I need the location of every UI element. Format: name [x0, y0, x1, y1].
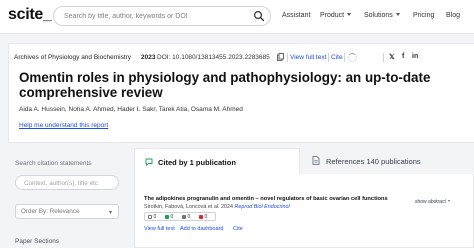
- contrasting-icon: [199, 214, 203, 219]
- citation-search-label: Search citation statements: [15, 160, 92, 167]
- twitter-icon[interactable]: 𝕏: [389, 53, 395, 61]
- order-by-select[interactable]: Order By: Relevance ▾: [15, 204, 119, 219]
- journal-name[interactable]: Archives of Physiology and Biochemistry: [14, 54, 131, 61]
- help-understand-link[interactable]: Help me understand this report: [19, 122, 108, 129]
- chevron-down-icon: [447, 200, 450, 202]
- tab-references-label: References 140 publications: [326, 157, 421, 166]
- page-title: Omentin roles in physiology and pathophy…: [19, 70, 431, 100]
- stat-contrasting-count: 0: [204, 214, 208, 220]
- result-view-full-text[interactable]: View full text: [144, 226, 175, 232]
- top-navbar: scite_ Assistant Product Solutions Prici…: [0, 0, 474, 34]
- view-full-text-link[interactable]: View full text: [290, 54, 326, 61]
- nav-product[interactable]: Product: [320, 12, 352, 19]
- global-search[interactable]: [53, 6, 271, 26]
- publication-year: 2023: [141, 54, 156, 61]
- show-abstract-label: show abstract: [415, 199, 446, 205]
- copy-icon[interactable]: [277, 53, 284, 61]
- facebook-icon[interactable]: f: [402, 53, 404, 60]
- tab-cited-by[interactable]: Cited by 1 publication: [134, 148, 300, 174]
- supporting-icon: [165, 214, 169, 219]
- stat-supporting-count: 0: [170, 214, 174, 220]
- cite-link[interactable]: Cite: [331, 54, 343, 61]
- loading-spinner-icon: [348, 53, 357, 62]
- citing-icon: [148, 214, 152, 219]
- section-filter-label: Paper Sections: [15, 238, 60, 245]
- citing-publications-list: [134, 174, 474, 248]
- stat-contrasting: 0: [199, 214, 207, 220]
- citation-search-field[interactable]: [15, 175, 119, 190]
- linkedin-icon[interactable]: in: [412, 53, 418, 60]
- stat-mentioning-count: 0: [187, 214, 191, 220]
- search-input[interactable]: [64, 10, 244, 23]
- chevron-down-icon: [395, 13, 400, 16]
- mentioning-icon: [182, 214, 186, 219]
- divider: [287, 53, 288, 62]
- divider: [344, 53, 345, 62]
- result-title[interactable]: The adipokines progranulin and omentin –…: [144, 196, 388, 202]
- show-abstract-toggle[interactable]: show abstract: [415, 199, 450, 205]
- divider: [383, 53, 384, 62]
- stat-citing-count: 0: [153, 214, 157, 220]
- doi: DOI: 10.1080/13813455.2023.2283685: [157, 54, 270, 61]
- stat-citing: 0: [148, 214, 156, 220]
- result-journal[interactable]: Reprod Biol Endocrinol: [235, 204, 290, 210]
- chevron-down-icon: [347, 13, 352, 16]
- tab-cited-by-label: Cited by 1 publication: [158, 158, 236, 167]
- chevron-down-icon: ▾: [108, 210, 112, 216]
- nav-product-label: Product: [320, 12, 345, 19]
- result-add-to-dashboard[interactable]: Add to dashboard: [180, 226, 223, 232]
- tab-references[interactable]: References 140 publications: [304, 148, 474, 174]
- document-icon: [312, 156, 320, 165]
- scite-logo[interactable]: scite_: [8, 6, 52, 24]
- stat-mentioning: 0: [182, 214, 190, 220]
- order-by-value: Order By: Relevance: [21, 208, 80, 215]
- stat-supporting: 0: [165, 214, 173, 220]
- quote-bubble-icon: [145, 158, 153, 166]
- author-list[interactable]: Aida A. Hussein, Noha A. Ahmed, Hader I.…: [19, 106, 243, 113]
- nav-solutions-label: Solutions: [364, 12, 393, 19]
- divider: [328, 53, 329, 62]
- nav-pricing[interactable]: Pricing: [413, 12, 434, 19]
- result-authors[interactable]: Sirotkin, Fabová, Loncová et al. 2024: [144, 204, 233, 210]
- nav-assistant[interactable]: Assistant: [282, 12, 310, 19]
- result-cite[interactable]: Cite: [233, 226, 243, 232]
- citation-search-input[interactable]: [24, 178, 114, 188]
- result-meta: Sirotkin, Fabová, Loncová et al. 2024 Re…: [144, 204, 290, 210]
- nav-solutions[interactable]: Solutions: [364, 12, 400, 19]
- citation-stats-badge[interactable]: 0 0 0 0: [144, 212, 216, 221]
- search-icon[interactable]: [253, 10, 265, 22]
- nav-blog[interactable]: Blog: [446, 12, 460, 19]
